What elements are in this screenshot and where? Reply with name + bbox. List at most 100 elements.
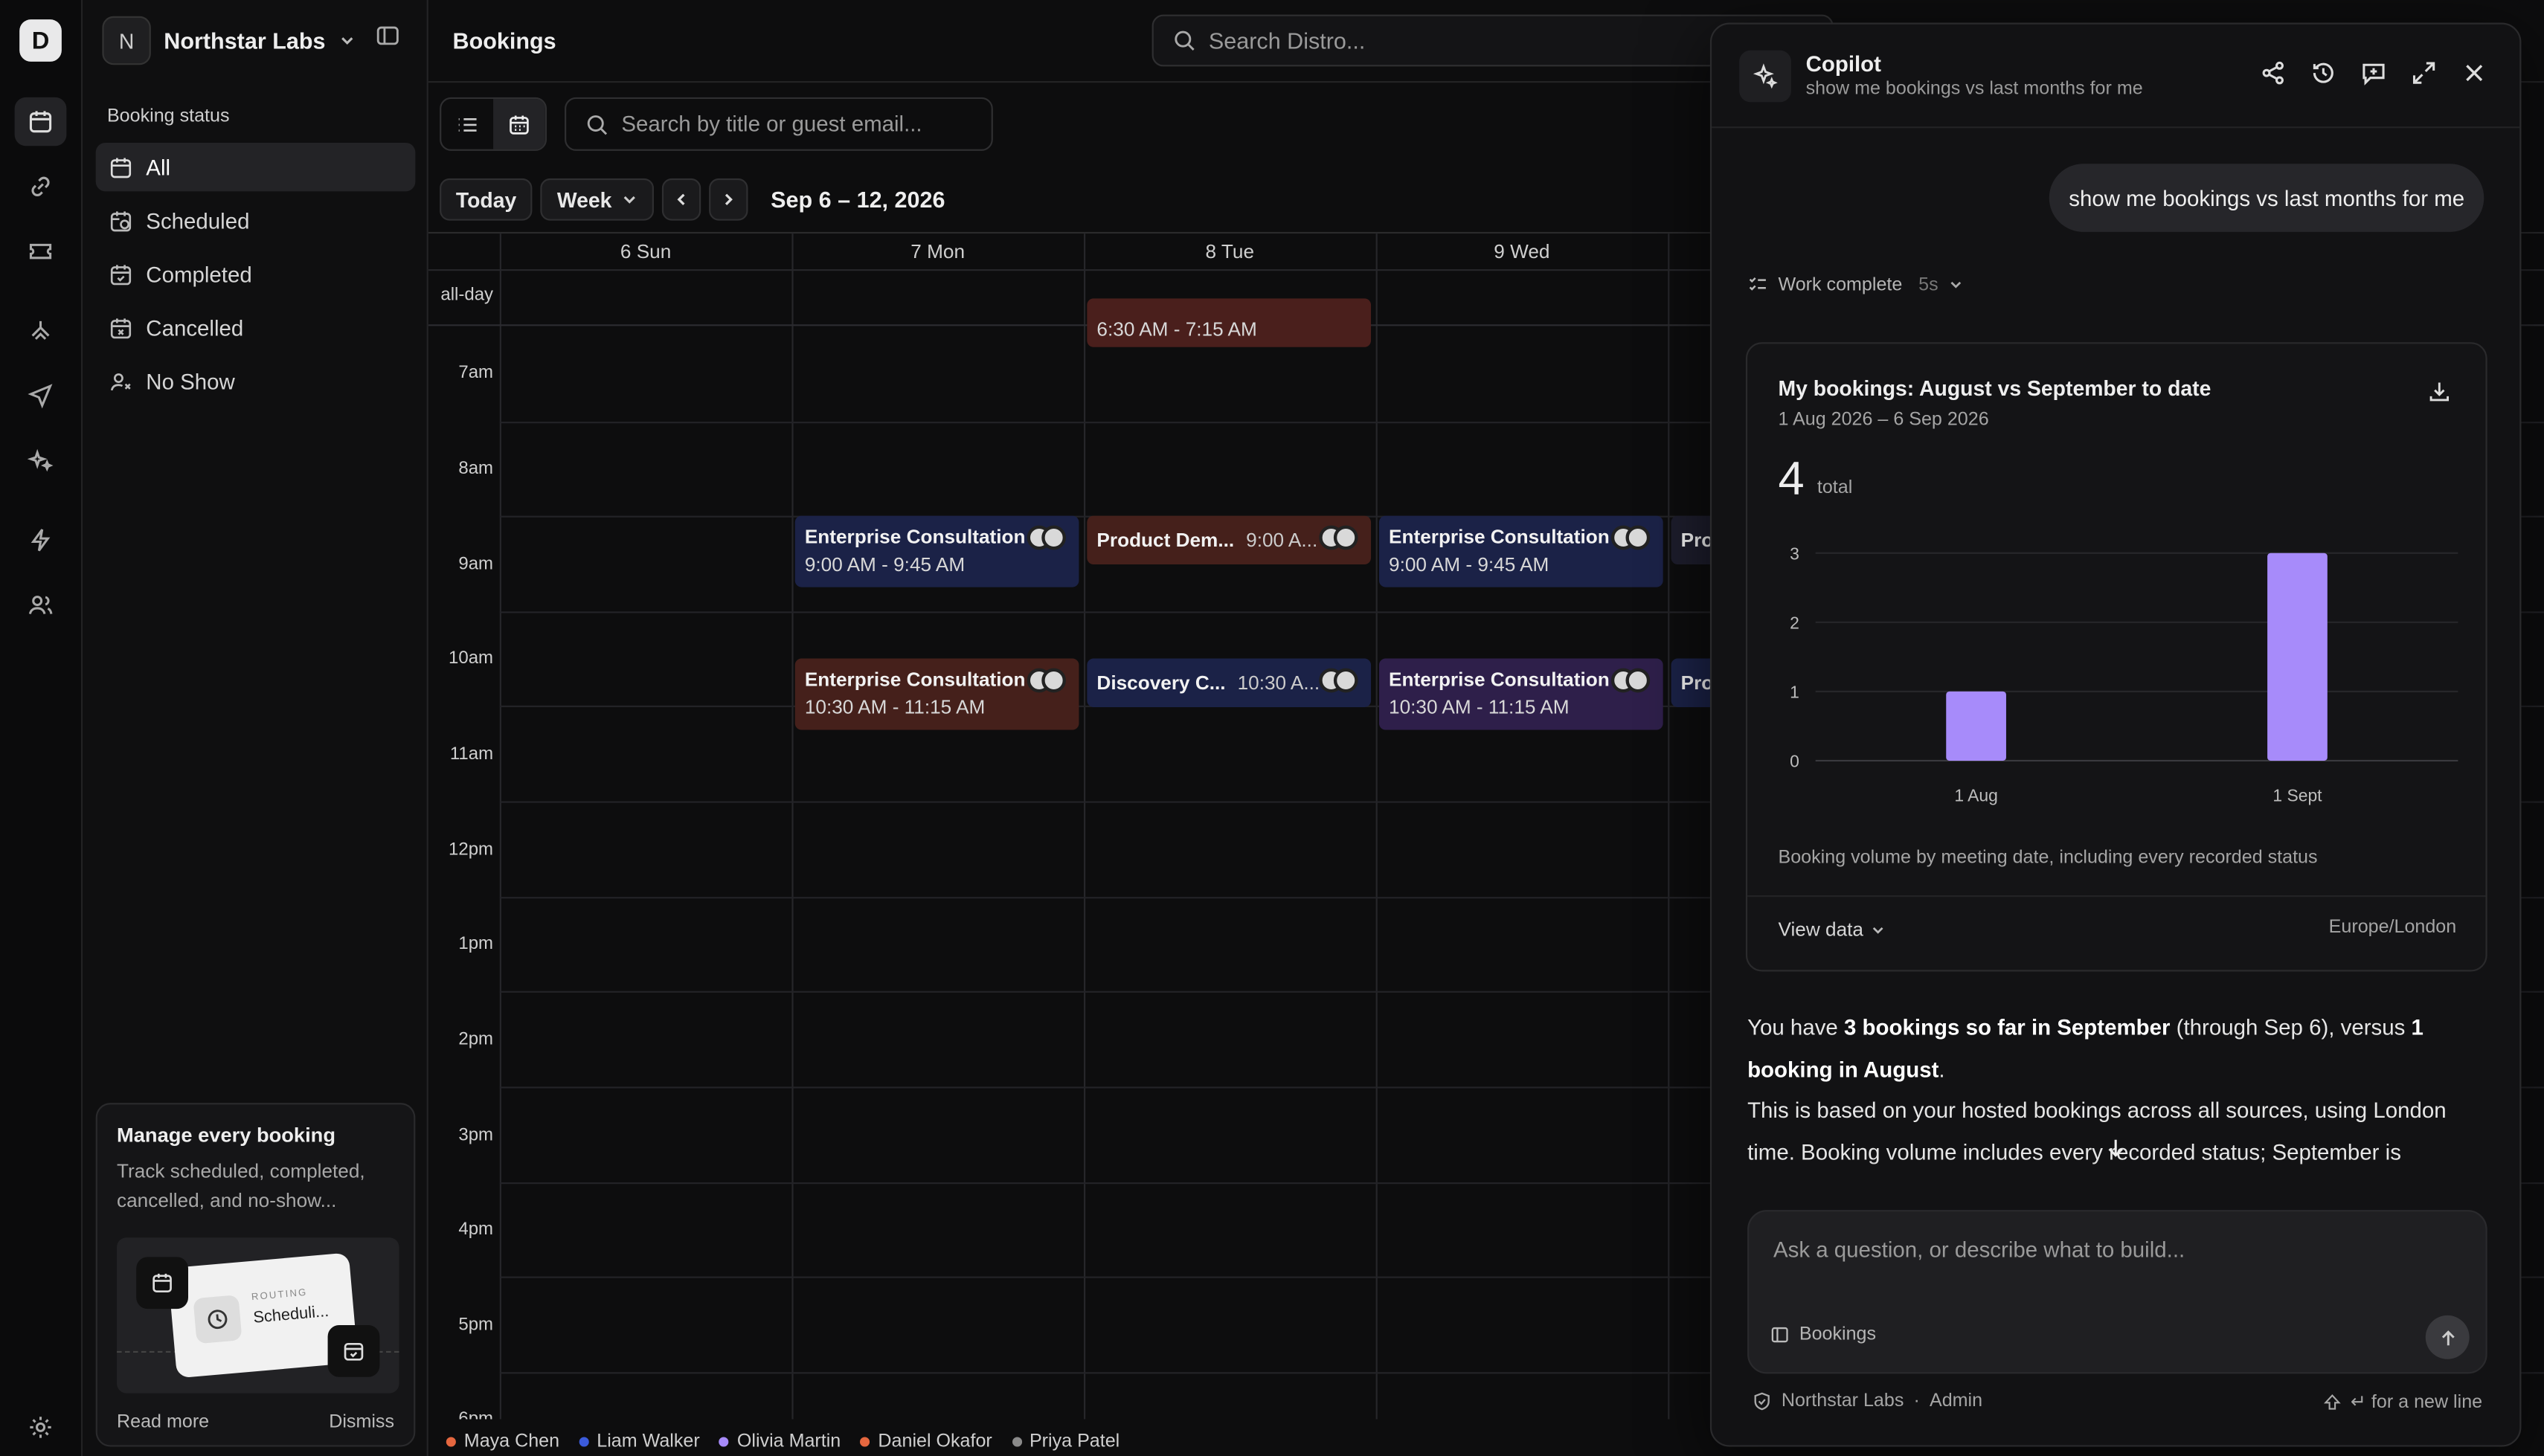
x-tick-label: 1 Sept — [2272, 785, 2322, 805]
y-tick-label: 1 — [1790, 683, 1799, 702]
org-avatar: N — [102, 16, 151, 65]
work-duration: 5s — [1918, 274, 1938, 294]
view-select[interactable]: Week — [541, 178, 655, 221]
hour-label: 5pm — [458, 1315, 494, 1336]
context-chip[interactable]: Bookings — [1770, 1325, 1876, 1344]
section-title: Booking status — [106, 106, 230, 127]
view-toggle — [440, 97, 547, 151]
event-time: 10:30 AM - 11:15 AM — [804, 695, 986, 719]
history-icon[interactable] — [2310, 60, 2336, 86]
sparkles-icon[interactable] — [15, 437, 67, 485]
y-tick-label: 2 — [1790, 613, 1799, 633]
day-header: 6 Sun — [620, 239, 672, 263]
legend-item: Olivia Martin — [719, 1432, 841, 1452]
status-item-completed[interactable]: Completed — [96, 250, 416, 298]
users-icon[interactable] — [15, 581, 67, 629]
booking-event[interactable]: Enterprise Consultation · I 10:30 AM - 1… — [1378, 658, 1663, 730]
all-day-label: all-day — [440, 285, 494, 306]
calendar-x-icon — [110, 318, 132, 338]
legend-dot — [719, 1437, 729, 1447]
calendar-icon[interactable] — [14, 97, 67, 146]
booking-event[interactable]: Enterprise Consultation · / 9:00 AM - 9:… — [1378, 515, 1663, 587]
calendar-check-icon — [110, 264, 132, 285]
download-icon[interactable] — [2427, 379, 2452, 408]
checklist-icon — [1749, 277, 1766, 291]
legend-item: Liam Walker — [579, 1432, 700, 1452]
timezone-label: Europe/London — [2328, 918, 2457, 938]
app-logo[interactable]: D — [19, 19, 62, 62]
booking-search-placeholder: Search by title or guest email... — [621, 112, 922, 137]
view-data-label: View data — [1778, 918, 1863, 941]
work-status[interactable]: Work complete 5s — [1747, 274, 1962, 295]
promo-description: Track scheduled, completed, cancelled, a… — [117, 1159, 365, 1212]
send-icon[interactable] — [15, 371, 67, 419]
expand-icon[interactable] — [2411, 60, 2437, 86]
status-item-label: All — [146, 155, 171, 180]
booking-search-input[interactable]: Search by title or guest email... — [565, 97, 993, 151]
route-icon[interactable] — [15, 306, 67, 355]
status-item-cancelled[interactable]: Cancelled — [96, 303, 416, 352]
status-item-label: No Show — [146, 369, 235, 393]
chart-bar — [2267, 553, 2328, 761]
status-item-label: Scheduled — [146, 208, 250, 233]
org-switcher[interactable]: N Northstar Labs — [102, 16, 354, 65]
calendar-icon — [136, 1257, 189, 1310]
hour-label: 4pm — [458, 1220, 494, 1240]
status-item-all[interactable]: All — [95, 142, 416, 192]
attendee-avatars — [1610, 668, 1651, 693]
event-title: Pro — [1680, 671, 1710, 695]
event-title: Discovery C... — [1096, 671, 1226, 695]
day-header: 8 Tue — [1205, 239, 1255, 263]
send-button[interactable] — [2425, 1315, 2470, 1359]
booking-event[interactable]: Product Dem... 9:00 A... — [1087, 515, 1372, 565]
search-icon — [587, 114, 608, 135]
legend-item: Maya Chen — [446, 1432, 559, 1452]
list-view-icon[interactable] — [441, 99, 493, 149]
bolt-icon[interactable] — [15, 516, 67, 564]
booking-event[interactable]: 6:30 AM - 7:15 AM — [1087, 298, 1372, 347]
context-label: Bookings — [1799, 1324, 1877, 1345]
today-button[interactable]: Today — [440, 178, 533, 221]
booking-event[interactable]: Enterprise Consultation · S 9:00 AM - 9:… — [794, 515, 1079, 587]
new-chat-icon[interactable] — [2361, 60, 2387, 86]
copilot-footer: Northstar Labs · Admin ↵ for a new line — [1753, 1390, 2482, 1413]
footer-org: Northstar Labs — [1781, 1391, 1904, 1411]
share-icon[interactable] — [2260, 60, 2286, 86]
chart-bar — [1946, 691, 2006, 761]
legend-dot — [1011, 1437, 1022, 1447]
chat-composer[interactable]: Ask a question, or describe what to buil… — [1747, 1210, 2487, 1374]
event-time: 10:30 A... — [1237, 671, 1320, 695]
total-count: 4 — [1778, 454, 1805, 506]
read-more-link[interactable]: Read more — [117, 1413, 209, 1432]
calendar-icon — [110, 157, 132, 178]
view-data-toggle[interactable]: View data — [1779, 918, 1886, 941]
link-icon[interactable] — [15, 162, 67, 210]
next-week-button[interactable] — [709, 178, 748, 221]
event-time: 10:30 AM - 11:15 AM — [1389, 695, 1570, 719]
attendee-avatars — [1610, 525, 1651, 550]
calendar-view-icon[interactable] — [493, 99, 545, 149]
prev-week-button[interactable] — [662, 178, 701, 221]
calendar-clock-icon — [110, 210, 132, 231]
settings-icon[interactable] — [15, 1403, 67, 1452]
user-message: show me bookings vs last months for me — [2049, 164, 2484, 232]
view-select-value: Week — [556, 187, 612, 212]
status-item-no-show[interactable]: No Show — [96, 357, 416, 405]
copilot-title: Copilot — [1805, 51, 1882, 77]
copilot-header: Copilot show me bookings vs last months … — [1712, 25, 2520, 129]
status-item-scheduled[interactable]: Scheduled — [96, 196, 416, 245]
promo-card-title: Scheduli... — [252, 1303, 330, 1328]
scroll-down-icon[interactable] — [2098, 1130, 2133, 1166]
dismiss-button[interactable]: Dismiss — [329, 1413, 394, 1432]
sidebar-toggle-icon[interactable] — [375, 23, 401, 54]
close-icon[interactable] — [2461, 60, 2487, 86]
chevron-left-icon — [677, 193, 685, 205]
ticket-icon[interactable] — [15, 227, 67, 275]
booking-event[interactable]: Enterprise Consultation · / 10:30 AM - 1… — [794, 658, 1079, 730]
copilot-subtitle: show me bookings vs last months for me — [1805, 79, 2143, 100]
attendee-avatars — [1319, 668, 1358, 693]
hour-label: 7am — [458, 363, 494, 383]
booking-event[interactable]: Discovery C... 10:30 A... — [1087, 658, 1372, 707]
org-name: Northstar Labs — [164, 28, 326, 54]
host-legend: Maya Chen Liam Walker Olivia Martin Dani… — [446, 1432, 1120, 1452]
